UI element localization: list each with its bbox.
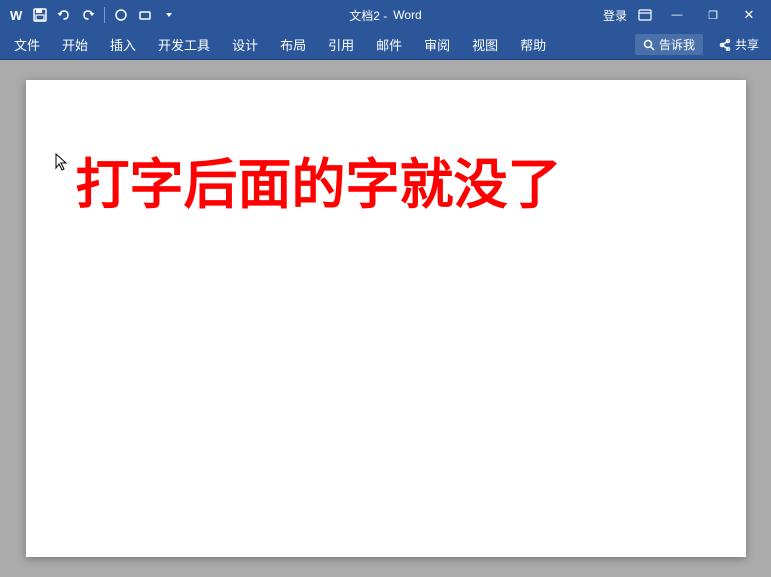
menu-file[interactable]: 文件 (4, 31, 50, 58)
restore-button[interactable]: ❐ (699, 5, 727, 25)
menu-bar: 文件 开始 插入 开发工具 设计 布局 引用 邮件 审阅 视图 帮助 告诉我 共… (0, 30, 771, 60)
menu-design[interactable]: 设计 (222, 31, 268, 58)
search-icon (643, 39, 655, 51)
document-page[interactable]: 打字后面的字就没了 (26, 80, 746, 557)
circle-shape-icon[interactable] (111, 5, 131, 25)
document-text[interactable]: 打字后面的字就没了 (76, 140, 696, 219)
menu-mailings[interactable]: 邮件 (366, 31, 412, 58)
title-bar-right: 登录 — ❐ ✕ (603, 5, 763, 25)
title-bar: W (0, 0, 771, 30)
menu-developer[interactable]: 开发工具 (148, 31, 220, 58)
menu-bar-right: 告诉我 共享 (635, 34, 767, 55)
title-bar-left: W (8, 5, 179, 25)
svg-text:W: W (10, 8, 23, 23)
document-area: 打字后面的字就没了 (0, 60, 771, 577)
share-label: 共享 (735, 36, 759, 53)
menu-help[interactable]: 帮助 (510, 31, 556, 58)
menu-view[interactable]: 视图 (462, 31, 508, 58)
menu-review[interactable]: 审阅 (414, 31, 460, 58)
menu-references[interactable]: 引用 (318, 31, 364, 58)
redo-icon[interactable] (78, 5, 98, 25)
word-app-icon: W (8, 6, 26, 24)
toolbar-separator (104, 7, 105, 23)
signin-button[interactable]: 登录 (603, 7, 627, 24)
rectangle-shape-icon[interactable] (135, 5, 155, 25)
menu-layout[interactable]: 布局 (270, 31, 316, 58)
tell-me-search[interactable]: 告诉我 (635, 34, 703, 55)
close-button[interactable]: ✕ (735, 5, 763, 25)
minimize-button[interactable]: — (663, 5, 691, 25)
menu-home[interactable]: 开始 (52, 31, 98, 58)
cursor-arrow (54, 152, 70, 172)
ribbon-display-icon[interactable] (635, 5, 655, 25)
app-name: Word (393, 8, 421, 22)
search-label: 告诉我 (659, 36, 695, 53)
title-bar-center: 文档2 - Word (349, 7, 421, 24)
document-name: 文档2 - (349, 7, 387, 24)
save-icon[interactable] (30, 5, 50, 25)
undo-icon[interactable] (54, 5, 74, 25)
share-icon (719, 39, 731, 51)
share-button[interactable]: 共享 (711, 34, 767, 55)
menu-insert[interactable]: 插入 (100, 31, 146, 58)
customize-qa-dropdown-icon[interactable] (159, 5, 179, 25)
